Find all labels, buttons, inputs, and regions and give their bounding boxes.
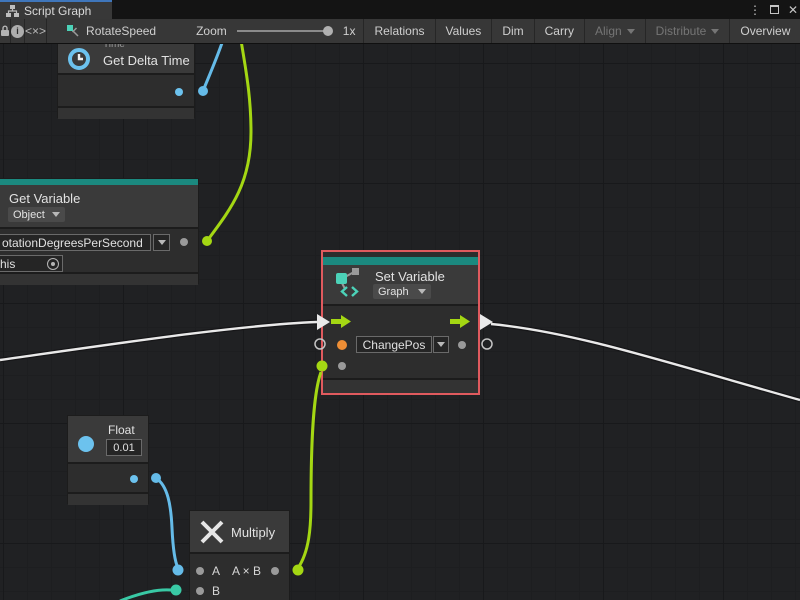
flow-arrowhead-out	[480, 314, 493, 330]
code-view-button[interactable]: <×>	[25, 19, 47, 43]
node-footer	[0, 272, 198, 285]
node-title: Multiply	[231, 525, 275, 540]
input-port-b[interactable]	[196, 587, 204, 595]
toolbar-button-values[interactable]: Values	[436, 19, 493, 43]
wire-endpoint	[198, 86, 208, 96]
variable-scope-dropdown[interactable]: Graph	[373, 284, 431, 299]
close-icon[interactable]: ✕	[788, 4, 798, 16]
zoom-label: Zoom	[168, 19, 227, 43]
wire-endpoint	[173, 565, 184, 576]
node-get-variable[interactable]: Get Variable Object otationDegreesPerSec…	[0, 178, 199, 284]
rotate-speed-graph-icon	[67, 25, 80, 38]
variable-scope-dropdown[interactable]: Object	[8, 207, 65, 222]
graph-toolbar: i <×> RotateSpeed Zoom 1x Relations Valu…	[0, 19, 800, 44]
node-set-variable[interactable]: Set Variable Graph ChangePos	[321, 250, 480, 395]
node-float[interactable]: Float 0.01	[67, 415, 149, 504]
variable-name-dropdown-button[interactable]	[433, 336, 449, 353]
value-wire-multiply[interactable]	[298, 372, 321, 568]
flow-wire-in[interactable]	[0, 322, 317, 360]
zoom-slider-handle[interactable]	[323, 26, 333, 36]
port-label-b: B	[212, 584, 220, 598]
input-port-value[interactable]	[338, 362, 346, 370]
unity-visual-scripting-window: Script Graph ⋮ ✕ i <×> RotateSpeed	[0, 0, 800, 600]
toolbar-button-relations[interactable]: Relations	[364, 19, 435, 43]
graph-name: RotateSpeed	[86, 24, 156, 38]
empty-port-ring[interactable]	[482, 339, 492, 349]
info-icon: i	[11, 25, 24, 38]
node-get-delta-time[interactable]: Time Get Delta Time	[57, 44, 195, 118]
port-label-result: A × B	[232, 564, 261, 578]
value-wire-delta-time[interactable]	[203, 44, 223, 91]
node-multiply[interactable]: Multiply A A × B B	[189, 510, 290, 600]
zoom-value: 1x	[343, 24, 356, 38]
zoom-slider[interactable]	[237, 30, 329, 32]
tab-title: Script Graph	[24, 4, 91, 18]
toolbar-button-dim[interactable]: Dim	[492, 19, 534, 43]
node-title: Float	[108, 423, 135, 437]
input-port-a[interactable]	[196, 567, 204, 575]
window-controls: ⋮ ✕	[749, 0, 798, 19]
object-picker-icon[interactable]	[47, 258, 59, 270]
script-graph-icon	[6, 5, 19, 17]
node-category: Time	[103, 44, 125, 50]
info-button[interactable]: i	[11, 19, 25, 43]
input-port-variable-name[interactable]	[337, 340, 347, 350]
flow-wire-outline	[491, 324, 800, 400]
value-wire-teal[interactable]	[120, 590, 171, 600]
node-footer	[68, 492, 148, 505]
wire-endpoint	[293, 565, 304, 576]
toolbar-button-distribute: Distribute	[646, 19, 731, 43]
chevron-down-icon	[437, 342, 445, 347]
output-port-float[interactable]	[130, 475, 138, 483]
chevron-down-icon	[158, 240, 166, 245]
variable-node-accent	[323, 257, 478, 265]
maximize-icon[interactable]	[770, 5, 779, 14]
node-title: Get Delta Time	[103, 53, 190, 68]
wire-endpoint	[171, 585, 182, 596]
lock-icon	[0, 25, 10, 37]
output-port-value[interactable]	[458, 341, 466, 349]
chevron-down-icon	[711, 29, 719, 34]
flow-in-port[interactable]	[331, 315, 351, 328]
variable-name-field[interactable]: otationDegreesPerSecond	[0, 234, 151, 251]
node-title: Get Variable	[9, 191, 80, 206]
tab-script-graph[interactable]: Script Graph	[0, 0, 112, 19]
output-port-delta-time[interactable]	[175, 88, 183, 96]
wire-endpoint	[202, 236, 212, 246]
menu-icon[interactable]: ⋮	[749, 4, 761, 16]
code-view-icon: <×>	[25, 24, 46, 38]
graph-breadcrumb[interactable]: RotateSpeed	[47, 19, 168, 43]
float-type-icon	[78, 436, 94, 452]
flow-wire-outline	[0, 322, 317, 360]
zoom-control: 1x	[227, 19, 365, 43]
toolbar-button-align: Align	[585, 19, 646, 43]
output-port-variable-value[interactable]	[180, 238, 188, 246]
node-footer	[58, 106, 194, 119]
float-value-input[interactable]: 0.01	[106, 439, 142, 456]
port-label-a: A	[212, 564, 220, 578]
variable-object-field[interactable]: his	[0, 255, 63, 272]
variable-name-field[interactable]: ChangePos	[356, 336, 432, 353]
chevron-down-icon	[418, 289, 426, 294]
node-footer	[323, 378, 478, 393]
toolbar-button-overview[interactable]: Overview	[730, 19, 800, 43]
chevron-down-icon	[627, 29, 635, 34]
lock-button[interactable]	[0, 19, 11, 43]
node-title: Set Variable	[375, 269, 445, 284]
window-tab-bar: Script Graph ⋮ ✕	[0, 0, 800, 19]
flow-wire-out[interactable]	[491, 324, 800, 400]
output-port-result[interactable]	[271, 567, 279, 575]
chevron-down-icon	[52, 212, 60, 217]
value-wire-float[interactable]	[156, 478, 178, 568]
flow-out-port[interactable]	[450, 315, 470, 328]
variable-name-dropdown-button[interactable]	[153, 234, 170, 251]
value-wire-get-variable[interactable]	[207, 44, 251, 241]
wire-endpoint	[151, 473, 161, 483]
toolbar-button-carry[interactable]: Carry	[535, 19, 585, 43]
graph-canvas[interactable]: Time Get Delta Time Get Variable Object …	[0, 44, 800, 600]
